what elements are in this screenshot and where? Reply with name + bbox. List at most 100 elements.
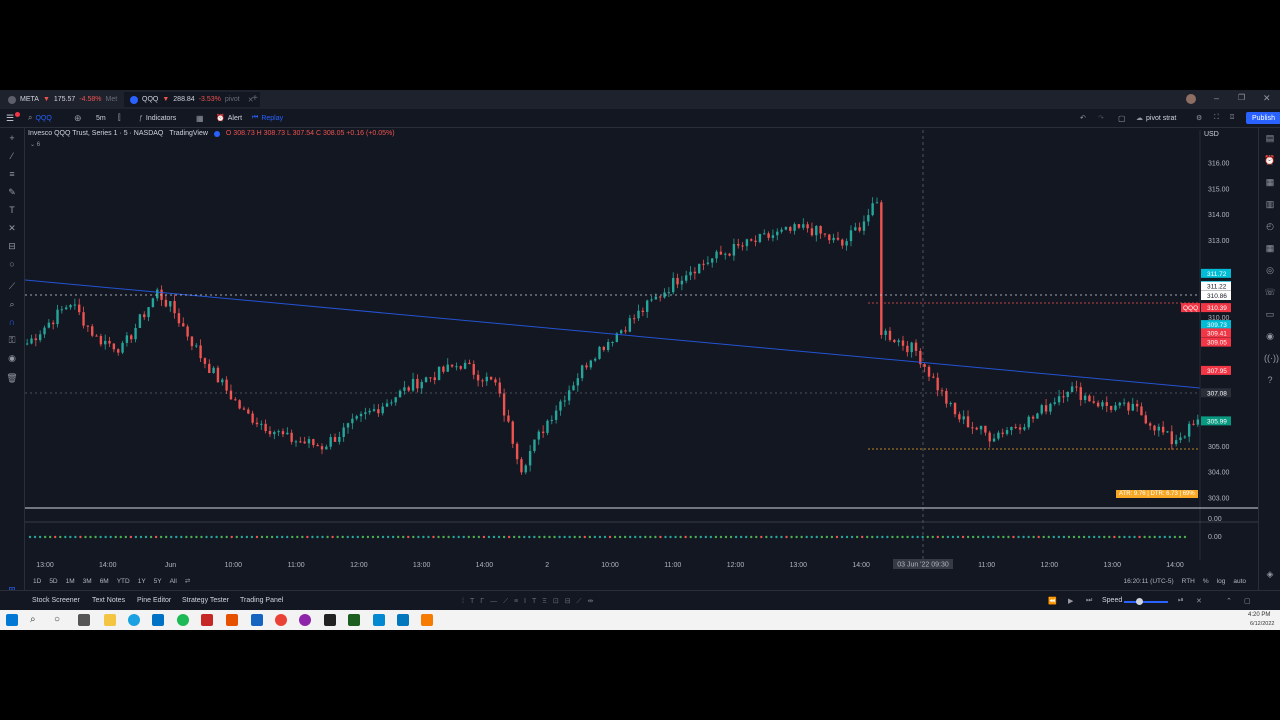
candle-body bbox=[1174, 440, 1178, 445]
speed-slider[interactable] bbox=[1124, 601, 1168, 603]
replay-jump-icon[interactable]: ⏯ bbox=[1178, 597, 1184, 605]
range-all[interactable]: All bbox=[170, 578, 177, 585]
windows-start-icon[interactable] bbox=[6, 614, 18, 626]
candle-body bbox=[195, 345, 198, 347]
tab-text-notes[interactable]: Text Notes bbox=[92, 597, 125, 604]
candle-body bbox=[1144, 415, 1147, 424]
range-1d[interactable]: 1D bbox=[33, 578, 41, 585]
range-3m[interactable]: 3M bbox=[83, 578, 92, 585]
news-icon[interactable]: ▥ bbox=[1264, 198, 1276, 210]
candle-body bbox=[910, 342, 913, 353]
range-ytd[interactable]: YTD bbox=[117, 578, 130, 585]
indicator-dot bbox=[911, 535, 914, 539]
watchlist-icon[interactable]: ▤ bbox=[1264, 132, 1276, 144]
price-badge-label: 307.95 bbox=[1207, 368, 1227, 375]
excel-icon[interactable] bbox=[348, 614, 360, 626]
goto-date-icon[interactable]: ⇄ bbox=[185, 577, 190, 585]
price-chart[interactable]: 316.00315.00314.00313.00310.00305.00304.… bbox=[0, 90, 1258, 590]
cortana-icon[interactable]: ○ bbox=[54, 614, 66, 626]
replay-play-icon[interactable]: ▶ bbox=[1068, 597, 1073, 605]
tab-strategy-tester[interactable]: Strategy Tester bbox=[182, 597, 229, 604]
window-close-icon[interactable]: ✕ bbox=[1263, 93, 1271, 104]
candle-body bbox=[871, 203, 874, 216]
tab-pine-editor[interactable]: Pine Editor bbox=[137, 597, 171, 604]
indicator-dot bbox=[729, 535, 733, 539]
percent-toggle[interactable]: % bbox=[1203, 578, 1209, 585]
session-label[interactable]: RTH bbox=[1182, 578, 1195, 585]
app-icon[interactable] bbox=[421, 614, 433, 626]
tab-trading-panel[interactable]: Trading Panel bbox=[240, 597, 283, 604]
indicator-dot bbox=[790, 535, 793, 539]
range-1m[interactable]: 1M bbox=[66, 578, 75, 585]
notifications-icon[interactable]: ◉ bbox=[1264, 330, 1276, 342]
calendar-icon[interactable]: ▦ bbox=[1264, 242, 1276, 254]
alerts-icon[interactable]: ⏰ bbox=[1264, 154, 1276, 166]
speed-slider-handle[interactable] bbox=[1136, 598, 1143, 605]
signals-icon[interactable]: ((·)) bbox=[1264, 352, 1279, 364]
candle-body bbox=[689, 271, 692, 276]
panel-maximize-icon[interactable]: ▢ bbox=[1244, 597, 1251, 605]
help-icon[interactable]: ? bbox=[1264, 374, 1276, 386]
candle-body bbox=[589, 360, 593, 368]
range-5y[interactable]: 5Y bbox=[154, 578, 162, 585]
candle-body bbox=[554, 410, 558, 420]
app-icon[interactable] bbox=[201, 614, 213, 626]
tradingview-icon[interactable] bbox=[324, 614, 336, 626]
range-1y[interactable]: 1Y bbox=[138, 578, 146, 585]
indicator-dot bbox=[1143, 535, 1146, 539]
chart-legend[interactable]: Invesco QQQ Trust, Series 1 · 5 · NASDAQ… bbox=[28, 130, 395, 137]
edge-icon[interactable] bbox=[128, 614, 140, 626]
ideas-icon[interactable]: ◎ bbox=[1264, 264, 1276, 276]
indicator-dot bbox=[1128, 535, 1131, 539]
indicator-dot bbox=[79, 535, 82, 539]
indicator-dot bbox=[230, 535, 233, 539]
range-5d[interactable]: 5D bbox=[49, 578, 57, 585]
chart-status: 16:20:11 (UTC-5) RTH % log auto bbox=[1124, 574, 1246, 588]
candle-body bbox=[429, 377, 432, 379]
app-icon[interactable] bbox=[397, 614, 409, 626]
panel-collapse-icon[interactable]: ⌃ bbox=[1226, 597, 1232, 605]
hotlist-icon[interactable]: ◴ bbox=[1264, 220, 1276, 232]
spotify-icon[interactable] bbox=[177, 614, 189, 626]
indicator-dot bbox=[1052, 535, 1056, 539]
chrome-icon[interactable] bbox=[275, 614, 287, 626]
time-tick-label: 14:00 bbox=[476, 562, 494, 569]
candle-body bbox=[225, 379, 228, 391]
candle-body bbox=[771, 235, 775, 238]
auto-toggle[interactable]: auto bbox=[1233, 578, 1246, 585]
candle-body bbox=[134, 328, 137, 340]
replay-drawing-tools[interactable]: ⁞TΓ—⟋≡ITΞ⊡⊟⟋⇹ bbox=[462, 597, 599, 606]
app-icon[interactable] bbox=[226, 614, 238, 626]
replay-forward-icon[interactable]: ⏭ bbox=[1086, 597, 1092, 605]
candle-body bbox=[962, 416, 965, 420]
app-icon[interactable] bbox=[299, 614, 311, 626]
replay-close-icon[interactable]: ✕ bbox=[1196, 597, 1202, 605]
time-tick-label: 2 bbox=[545, 562, 549, 569]
calculator-icon[interactable] bbox=[251, 614, 263, 626]
data-window-icon[interactable]: ▦ bbox=[1264, 176, 1276, 188]
indicator-dot bbox=[265, 535, 269, 539]
indicator-dot bbox=[381, 535, 385, 539]
mail-icon[interactable] bbox=[152, 614, 164, 626]
chat-icon[interactable]: ☏ bbox=[1264, 286, 1276, 298]
studies-toggle[interactable]: ⌄ 6 bbox=[30, 141, 40, 148]
candle-body bbox=[780, 229, 783, 232]
indicator-dot bbox=[860, 535, 864, 539]
candle-body bbox=[73, 304, 77, 306]
candle-body bbox=[832, 237, 835, 241]
file-explorer-icon[interactable] bbox=[104, 614, 116, 626]
task-view-icon[interactable] bbox=[78, 614, 90, 626]
replay-step-back-icon[interactable]: ⏪ bbox=[1048, 597, 1057, 605]
currency-label[interactable]: USD bbox=[1204, 131, 1219, 138]
candle-body bbox=[459, 366, 462, 369]
candle-body bbox=[667, 292, 671, 294]
search-icon[interactable]: ⌕ bbox=[30, 614, 42, 626]
log-toggle[interactable]: log bbox=[1217, 578, 1226, 585]
clock-label[interactable]: 16:20:11 (UTC-5) bbox=[1124, 578, 1174, 585]
tab-stock-screener[interactable]: Stock Screener bbox=[32, 597, 80, 604]
candle-body bbox=[377, 409, 380, 414]
zoom-app-icon[interactable] bbox=[373, 614, 385, 626]
date-range-bar: 1D 5D 1M 3M 6M YTD 1Y 5Y All ⇄ bbox=[25, 574, 1266, 588]
range-6m[interactable]: 6M bbox=[100, 578, 109, 585]
streams-icon[interactable]: ▭ bbox=[1264, 308, 1276, 320]
